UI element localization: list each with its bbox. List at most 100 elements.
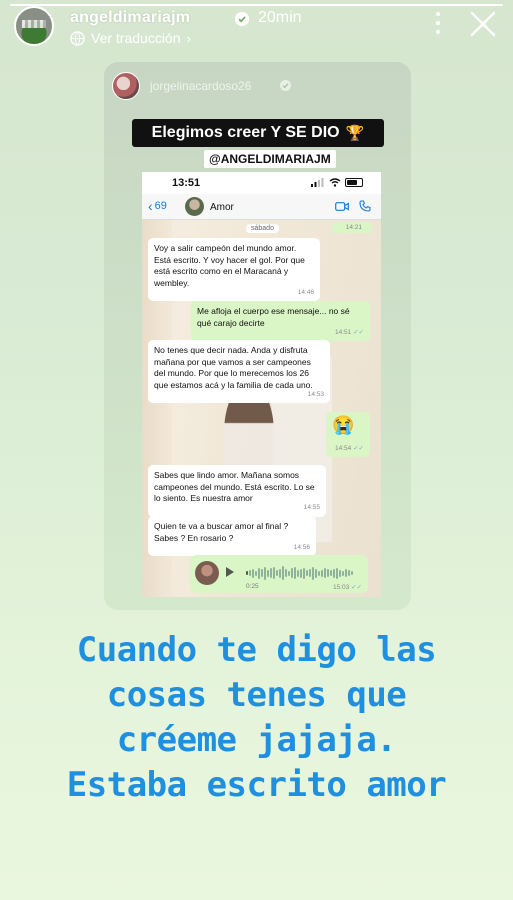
- waveform-bar: [315, 568, 317, 578]
- back-button[interactable]: ‹ 69: [148, 197, 167, 214]
- mention-sticker[interactable]: @ANGELDIMARIAJM: [204, 150, 336, 168]
- close-icon[interactable]: [469, 10, 497, 38]
- waveform-bar: [336, 567, 338, 579]
- waveform-bar: [324, 568, 326, 578]
- globe-icon: [70, 30, 85, 46]
- waveform-bar: [330, 570, 332, 576]
- waveform-bar: [345, 569, 347, 577]
- waveform-bar: [285, 569, 287, 577]
- message-timestamp: 14:46: [297, 288, 314, 296]
- message-text: Sabes que lindo amor. Mañana somos campe…: [154, 470, 315, 503]
- battery-icon: [345, 178, 363, 187]
- voice-duration: 0:25: [246, 583, 259, 590]
- waveform-bar: [303, 567, 305, 579]
- waveform-bar: [258, 567, 260, 579]
- back-count: 69: [154, 200, 167, 212]
- waveform-bar: [309, 569, 311, 577]
- day-separator: sábado: [246, 224, 279, 233]
- message-timestamp: 14:21: [331, 222, 372, 233]
- message-timestamp: 14:56: [293, 543, 310, 551]
- profile-avatar[interactable]: [14, 6, 54, 46]
- waveform-bar: [342, 570, 344, 576]
- message-text: No tenes que decir nada. Anda y disfruta…: [154, 345, 313, 390]
- translate-label: Ver traducción: [91, 30, 181, 46]
- voice-note-bubble[interactable]: 0:25 15:03: [190, 555, 368, 593]
- waveform-bar: [291, 568, 293, 578]
- waveform-bar: [294, 567, 296, 579]
- message-timestamp: 14:51: [335, 327, 364, 339]
- story-banner: Elegimos creer Y SE DIO 🏆: [132, 119, 384, 147]
- waveform-bar: [261, 569, 263, 577]
- story-time: 20min: [258, 9, 302, 26]
- message-text: Voy a salir campeón del mundo amor. Está…: [154, 243, 305, 288]
- caption-line: créeme jajaja.: [116, 720, 397, 760]
- waveform-bar: [255, 570, 257, 576]
- voice-waveform[interactable]: [246, 565, 356, 581]
- story-username[interactable]: angeldimariajm: [70, 9, 190, 27]
- chat-bubble-incoming: Voy a salir campeón del mundo amor. Está…: [148, 238, 320, 301]
- chat-bubble-incoming: No tenes que decir nada. Anda y disfruta…: [148, 340, 330, 403]
- waveform-bar: [300, 568, 302, 578]
- chat-bubble-incoming: Sabes que lindo amor. Mañana somos campe…: [148, 465, 326, 517]
- chat-bubble-outgoing: Me afloja el cuerpo ese mensaje... no sé…: [191, 301, 370, 341]
- waveform-bar: [279, 568, 281, 578]
- chat-screenshot: 13:51 ‹ 69 Amor 14:21 sábado Voy a salir…: [142, 172, 381, 597]
- play-icon[interactable]: [226, 567, 234, 577]
- verified-icon: [280, 80, 291, 91]
- waveform-bar: [264, 566, 266, 580]
- mention-text: @ANGELDIMARIAJM: [209, 152, 331, 166]
- waveform-bar: [339, 569, 341, 577]
- voice-sender-avatar: [195, 561, 219, 585]
- message-timestamp: 14:54: [335, 443, 364, 455]
- waveform-bar: [321, 569, 323, 577]
- waveform-bar: [288, 570, 290, 576]
- message-timestamp: 15:03: [333, 583, 362, 591]
- video-call-icon[interactable]: [335, 201, 349, 212]
- waveform-bar: [249, 570, 251, 576]
- banner-text: Elegimos creer Y SE DIO: [151, 124, 340, 141]
- waveform-bar: [297, 569, 299, 577]
- phone-status-bar: 13:51: [142, 172, 381, 194]
- back-chevron-icon: ‹: [148, 197, 153, 214]
- chevron-right-icon: ›: [186, 30, 191, 46]
- repost-username: jorgelinacardoso26: [150, 79, 252, 93]
- waveform-bar: [282, 566, 284, 580]
- signal-icon: [311, 178, 324, 187]
- waveform-bar: [252, 568, 254, 578]
- message-timestamp: 14:53: [307, 390, 324, 398]
- waveform-bar: [333, 568, 335, 578]
- message-timestamp: 14:55: [303, 504, 320, 511]
- contact-name[interactable]: Amor: [210, 202, 234, 213]
- waveform-bar: [276, 570, 278, 576]
- waveform-bar: [270, 568, 272, 578]
- waveform-bar: [267, 569, 269, 577]
- waveform-bar: [312, 566, 314, 580]
- caption-line: cosas tenes que: [106, 675, 407, 715]
- reposted-story-card[interactable]: jorgelinacardoso26 Elegimos creer Y SE D…: [104, 62, 411, 610]
- more-options-icon[interactable]: [435, 12, 441, 34]
- translate-link[interactable]: Ver traducción ›: [70, 30, 191, 46]
- waveform-bar: [306, 570, 308, 576]
- waveform-bar: [318, 570, 320, 576]
- caption-line: Estaba escrito amor: [66, 765, 447, 805]
- chat-bubble-outgoing: 😭 14:54: [326, 412, 370, 457]
- crying-emoji: 😭: [332, 415, 355, 435]
- chat-bubble-incoming: Quien te va a buscar amor al final ? Sab…: [148, 516, 316, 556]
- message-text: Me afloja el cuerpo ese mensaje... no sé…: [197, 306, 350, 328]
- phone-clock: 13:51: [172, 177, 201, 189]
- waveform-bar: [348, 570, 350, 576]
- caption-line: Cuando te digo las: [76, 630, 437, 670]
- trophy-icon: 🏆: [345, 125, 365, 142]
- waveform-bar: [351, 571, 353, 575]
- contact-avatar[interactable]: [185, 197, 204, 216]
- story-header: angeldimariajm 20min Ver traducción ›: [14, 6, 503, 46]
- chat-header: ‹ 69 Amor: [142, 194, 381, 220]
- waveform-bar: [246, 571, 248, 575]
- repost-avatar: [112, 72, 140, 100]
- message-text: Quien te va a buscar amor al final ? Sab…: [154, 521, 289, 543]
- waveform-bar: [273, 567, 275, 579]
- phone-call-icon[interactable]: [359, 200, 371, 212]
- waveform-bar: [327, 569, 329, 577]
- wifi-icon: [329, 178, 341, 187]
- repost-header: jorgelinacardoso26: [112, 72, 402, 100]
